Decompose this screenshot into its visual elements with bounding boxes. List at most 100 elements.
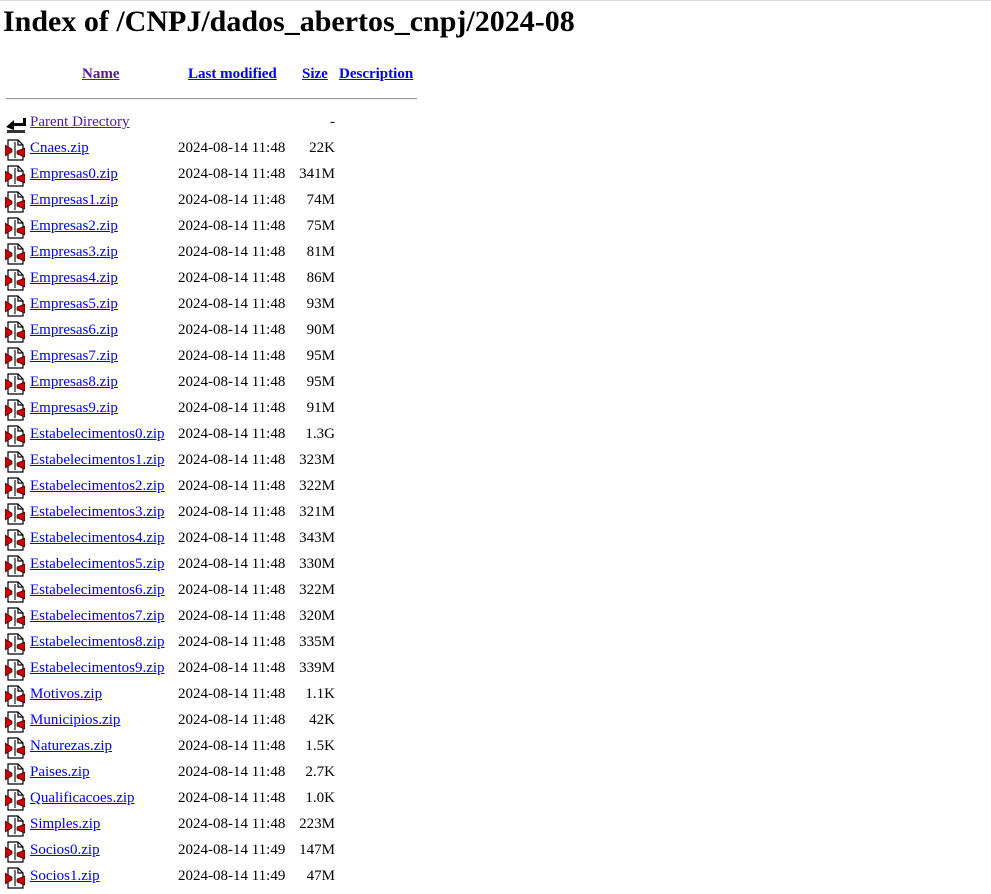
file-row: Empresas7.zip 2024-08-14 11:48 95M (0, 344, 420, 370)
file-size: 22K (309, 140, 335, 156)
file-link[interactable]: Socios0.zip (30, 842, 100, 859)
file-link[interactable]: Empresas3.zip (30, 244, 118, 261)
file-link[interactable]: Estabelecimentos6.zip (30, 582, 165, 599)
file-link[interactable]: Empresas7.zip (30, 348, 118, 365)
file-link[interactable]: Naturezas.zip (30, 738, 112, 755)
file-link[interactable]: Motivos.zip (30, 686, 102, 703)
file-link[interactable]: Empresas0.zip (30, 166, 118, 183)
compressed-file-icon (4, 581, 26, 603)
file-row: Empresas1.zip 2024-08-14 11:48 74M (0, 188, 420, 214)
file-row: Municipios.zip 2024-08-14 11:48 42K (0, 708, 420, 734)
file-last-modified: 2024-08-14 11:48 (178, 192, 286, 208)
file-size: 320M (299, 608, 335, 624)
file-link[interactable]: Estabelecimentos4.zip (30, 530, 165, 547)
compressed-file-icon (4, 685, 26, 707)
file-last-modified: 2024-08-14 11:48 (178, 608, 286, 624)
parent-directory-link[interactable]: Parent Directory (30, 114, 130, 131)
compressed-file-icon (4, 425, 26, 447)
file-link[interactable]: Empresas9.zip (30, 400, 118, 417)
file-row: Paises.zip 2024-08-14 11:48 2.7K (0, 760, 420, 786)
file-row: Empresas2.zip 2024-08-14 11:48 75M (0, 214, 420, 240)
file-link[interactable]: Simples.zip (30, 816, 100, 833)
compressed-file-icon (4, 243, 26, 265)
file-row: Empresas8.zip 2024-08-14 11:48 95M (0, 370, 420, 396)
file-link[interactable]: Estabelecimentos0.zip (30, 426, 165, 443)
file-last-modified: 2024-08-14 11:48 (178, 686, 286, 702)
file-last-modified: 2024-08-14 11:48 (178, 660, 286, 676)
file-row: Estabelecimentos2.zip 2024-08-14 11:48 322… (0, 474, 420, 500)
file-link[interactable]: Estabelecimentos1.zip (30, 452, 165, 469)
file-last-modified: 2024-08-14 11:48 (178, 244, 286, 260)
column-header-size[interactable]: Size (302, 66, 328, 86)
file-link[interactable]: Qualificacoes.zip (30, 790, 135, 807)
file-link[interactable]: Estabelecimentos2.zip (30, 478, 165, 495)
column-header-description[interactable]: Description (339, 66, 413, 86)
file-row: Socios0.zip 2024-08-14 11:49 147M (0, 838, 420, 864)
file-last-modified: 2024-08-14 11:48 (178, 634, 286, 650)
compressed-file-icon (4, 529, 26, 551)
file-link[interactable]: Estabelecimentos7.zip (30, 608, 165, 625)
file-last-modified: 2024-08-14 11:48 (178, 322, 286, 338)
sort-by-size-link[interactable]: Size (302, 66, 328, 82)
sort-by-description-link[interactable]: Description (339, 66, 413, 82)
file-link[interactable]: Empresas2.zip (30, 218, 118, 235)
file-row: Empresas3.zip 2024-08-14 11:48 81M (0, 240, 420, 266)
file-row: Qualificacoes.zip 2024-08-14 11:48 1.0K (0, 786, 420, 812)
column-header-name[interactable]: Name (82, 66, 120, 86)
file-link[interactable]: Estabelecimentos9.zip (30, 660, 165, 677)
compressed-file-icon (4, 321, 26, 343)
file-size: 93M (306, 296, 335, 312)
file-size: 1.3G (305, 426, 335, 442)
file-link[interactable]: Estabelecimentos8.zip (30, 634, 165, 651)
file-link[interactable]: Empresas6.zip (30, 322, 118, 339)
parent-directory-size: - (330, 114, 335, 130)
file-row: Motivos.zip 2024-08-14 11:48 1.1K (0, 682, 420, 708)
file-link[interactable]: Empresas1.zip (30, 192, 118, 209)
compressed-file-icon (4, 633, 26, 655)
file-last-modified: 2024-08-14 11:48 (178, 582, 286, 598)
file-row: Naturezas.zip 2024-08-14 11:48 1.5K (0, 734, 420, 760)
file-row: Socios1.zip 2024-08-14 11:49 47M (0, 864, 420, 890)
file-link[interactable]: Estabelecimentos5.zip (30, 556, 165, 573)
file-link[interactable]: Paises.zip (30, 764, 90, 781)
sort-by-last-modified-link[interactable]: Last modified (188, 66, 277, 82)
compressed-file-icon (4, 815, 26, 837)
file-last-modified: 2024-08-14 11:48 (178, 452, 286, 468)
file-last-modified: 2024-08-14 11:48 (178, 348, 286, 364)
file-row: Simples.zip 2024-08-14 11:48 223M (0, 812, 420, 838)
file-link[interactable]: Socios1.zip (30, 868, 100, 885)
compressed-file-icon (4, 737, 26, 759)
compressed-file-icon (4, 295, 26, 317)
file-size: 95M (306, 348, 335, 364)
file-size: 95M (306, 374, 335, 390)
file-size: 147M (299, 842, 335, 858)
file-link[interactable]: Empresas4.zip (30, 270, 118, 287)
file-row: Empresas0.zip 2024-08-14 11:48 341M (0, 162, 420, 188)
compressed-file-icon (4, 165, 26, 187)
file-size: 323M (299, 452, 335, 468)
sort-by-name-link[interactable]: Name (82, 66, 120, 82)
file-size: 90M (306, 322, 335, 338)
file-row: Estabelecimentos3.zip 2024-08-14 11:48 321… (0, 500, 420, 526)
file-link[interactable]: Municipios.zip (30, 712, 120, 729)
compressed-file-icon (4, 191, 26, 213)
file-link[interactable]: Estabelecimentos3.zip (30, 504, 165, 521)
file-row: Empresas9.zip 2024-08-14 11:48 91M (0, 396, 420, 422)
column-header-last-modified[interactable]: Last modified (188, 66, 277, 86)
file-link[interactable]: Empresas8.zip (30, 374, 118, 391)
file-size: 2.7K (305, 764, 335, 780)
file-link[interactable]: Cnaes.zip (30, 140, 89, 157)
top-border (0, 0, 991, 1)
file-row: Estabelecimentos4.zip 2024-08-14 11:48 343… (0, 526, 420, 552)
compressed-file-icon (4, 659, 26, 681)
file-last-modified: 2024-08-14 11:48 (178, 712, 286, 728)
compressed-file-icon (4, 399, 26, 421)
file-row: Cnaes.zip 2024-08-14 11:48 22K (0, 136, 420, 162)
file-size: 343M (299, 530, 335, 546)
file-size: 322M (299, 582, 335, 598)
file-link[interactable]: Empresas5.zip (30, 296, 118, 313)
file-last-modified: 2024-08-14 11:48 (178, 426, 286, 442)
file-last-modified: 2024-08-14 11:48 (178, 504, 286, 520)
compressed-file-icon (4, 451, 26, 473)
file-size: 1.0K (305, 790, 335, 806)
